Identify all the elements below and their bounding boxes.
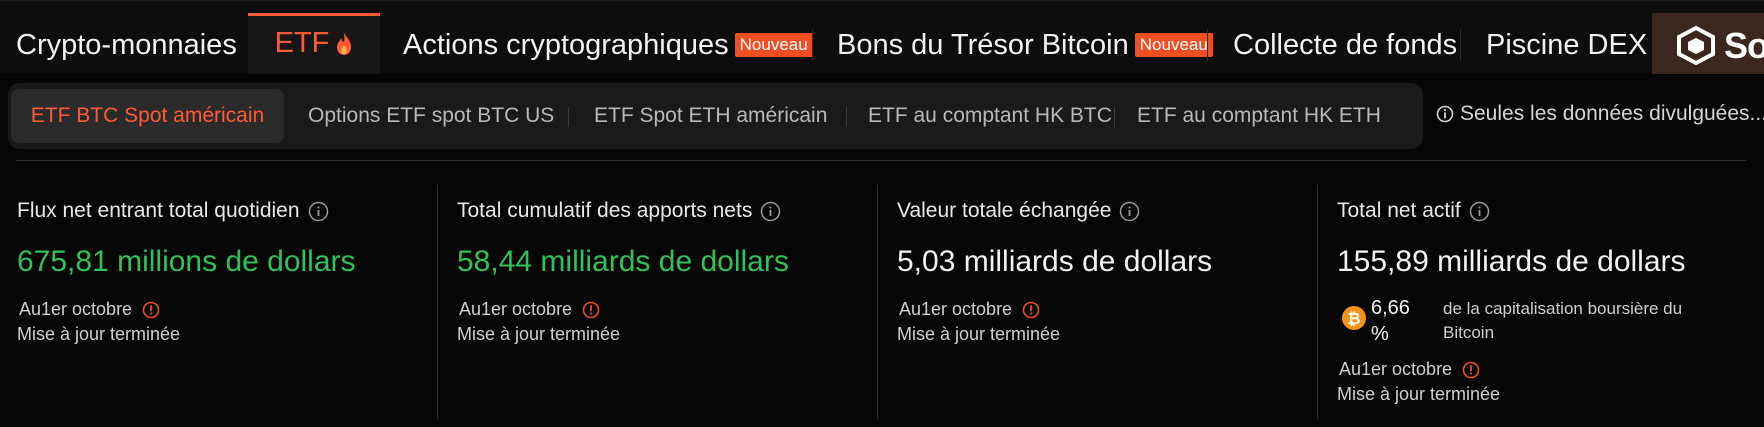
question-circle-icon[interactable]: [1119, 201, 1140, 222]
stat-label-text: Valeur totale échangée: [897, 199, 1112, 222]
new-badge: Nouveau: [734, 33, 813, 57]
subtab-us-eth-spot-etf[interactable]: ETF Spot ETH américain: [594, 89, 827, 143]
bitcoin-icon: ₿: [1342, 306, 1366, 330]
promo-banner[interactable]: So: [1652, 13, 1764, 74]
subtab-divider: [1114, 107, 1115, 127]
cube-logo-icon: [1677, 25, 1715, 65]
stat-date: Au1er octobre: [459, 299, 600, 320]
nav-tab-dex-pool[interactable]: Piscine DEX: [1486, 15, 1647, 75]
stat-label: Valeur totale échangée: [897, 199, 1140, 223]
stat-value: 155,89 milliards de dollars: [1337, 245, 1686, 278]
stat-date-text: Au1er octobre: [459, 299, 573, 319]
stat-label: Total net actif: [1337, 199, 1490, 223]
card-divider: [1317, 185, 1318, 420]
nav-tab-fundraising[interactable]: Collecte de fonds: [1233, 15, 1457, 75]
disclosure-note[interactable]: Seules les données divulguées...: [1436, 102, 1764, 126]
stat-label-text: Total cumulatif des apports nets: [457, 199, 753, 222]
red-info-icon[interactable]: [142, 301, 160, 319]
stat-date-text: Au1er octobre: [19, 299, 133, 319]
stat-value: 58,44 milliards de dollars: [457, 245, 789, 278]
etf-subtabs: ETF BTC Spot américain Options ETF spot …: [8, 83, 1423, 149]
info-icon: [1436, 105, 1454, 123]
stat-update-status: Mise à jour terminée: [897, 324, 1061, 344]
stat-update-status: Mise à jour terminée: [1337, 384, 1501, 404]
stat-label-text: Total net actif: [1337, 199, 1461, 222]
subtab-divider: [846, 107, 847, 127]
question-circle-icon[interactable]: [760, 201, 781, 222]
nav-tab-label: Collecte de fonds: [1233, 28, 1458, 61]
nav-tab-label: ETF: [274, 27, 330, 59]
promo-text: So: [1724, 25, 1764, 66]
stat-label: Flux net entrant total quotidien: [17, 199, 329, 223]
card-divider: [437, 185, 438, 420]
stat-update-status: Mise à jour terminée: [457, 324, 621, 344]
stat-label: Total cumulatif des apports nets: [457, 199, 781, 223]
subtab-label: ETF Spot ETH américain: [594, 104, 828, 127]
subtab-label: ETF au comptant HK BTC: [868, 104, 1112, 127]
red-info-icon[interactable]: [582, 301, 600, 319]
subtab-us-btc-spot-etf[interactable]: ETF BTC Spot américain: [11, 89, 284, 143]
new-badge: Nouveau: [1134, 33, 1213, 57]
nav-tab-label: Bons du Trésor Bitcoin: [837, 28, 1129, 61]
stat-card-total-net-assets: Total net actif 155,89 milliards de doll…: [1337, 185, 1757, 420]
nav-divider: [1460, 29, 1461, 61]
stat-date: Au1er octobre: [899, 299, 1040, 320]
subtab-hk-btc-spot-etf[interactable]: ETF au comptant HK BTC: [868, 89, 1112, 143]
red-info-icon[interactable]: [1462, 361, 1480, 379]
nav-tab-label: Actions cryptographiques: [403, 28, 729, 61]
subtab-label: ETF BTC Spot américain: [30, 104, 265, 127]
stat-value: 5,03 milliards de dollars: [897, 245, 1213, 278]
red-info-icon[interactable]: [1022, 301, 1040, 319]
nav-tab-bitcoin-treasuries[interactable]: Bons du Trésor Bitcoin Nouveau: [837, 15, 1213, 75]
stat-card-daily-net-inflow: Flux net entrant total quotidien 675,81 …: [17, 185, 437, 420]
top-navigation: Crypto-monnaies ETF Actions cryptographi…: [0, 0, 1764, 75]
subtab-us-btc-spot-etf-options[interactable]: Options ETF spot BTC US: [308, 89, 554, 143]
disclosure-text: Seules les données divulguées...: [1460, 102, 1764, 125]
subtab-hk-eth-spot-etf[interactable]: ETF au comptant HK ETH: [1137, 89, 1381, 143]
nav-divider: [812, 29, 813, 61]
flame-icon: [337, 32, 352, 55]
stat-value: 675,81 millions de dollars: [17, 245, 356, 278]
subtab-label: ETF au comptant HK ETH: [1137, 104, 1381, 127]
stat-date: Au1er octobre: [1339, 359, 1480, 380]
card-divider: [877, 185, 878, 420]
stat-update-status: Mise à jour terminée: [17, 324, 181, 344]
stat-label-text: Flux net entrant total quotidien: [17, 199, 300, 222]
market-cap-share-description: de la capitalisation boursière du Bitcoi…: [1443, 299, 1683, 342]
nav-tab-label: Crypto-monnaies: [16, 28, 237, 61]
section-divider: [16, 160, 1746, 161]
question-circle-icon[interactable]: [308, 201, 329, 222]
stat-date: Au1er octobre: [19, 299, 160, 320]
market-cap-share-percent: 6,66 %: [1371, 297, 1410, 345]
svg-text:₿: ₿: [1347, 309, 1360, 328]
nav-tab-cryptocurrencies[interactable]: Crypto-monnaies: [16, 15, 237, 75]
nav-divider: [1207, 29, 1208, 61]
stat-date-text: Au1er octobre: [899, 299, 1013, 319]
stat-card-total-value-traded: Valeur totale échangée 5,03 milliards de…: [897, 185, 1317, 420]
question-circle-icon[interactable]: [1469, 201, 1490, 222]
nav-tab-etf[interactable]: ETF: [248, 13, 380, 74]
stat-card-cumulative-net-inflow: Total cumulatif des apports nets 58,44 m…: [457, 185, 877, 420]
nav-tab-label: Piscine DEX: [1486, 28, 1648, 61]
market-cap-share: ₿ 6,66 % de la capitalisation boursière …: [1341, 293, 1721, 349]
nav-tab-crypto-stocks[interactable]: Actions cryptographiques Nouveau: [403, 15, 813, 75]
subtab-divider: [568, 107, 569, 127]
subtab-label: Options ETF spot BTC US: [308, 104, 555, 127]
stat-date-text: Au1er octobre: [1339, 359, 1453, 379]
